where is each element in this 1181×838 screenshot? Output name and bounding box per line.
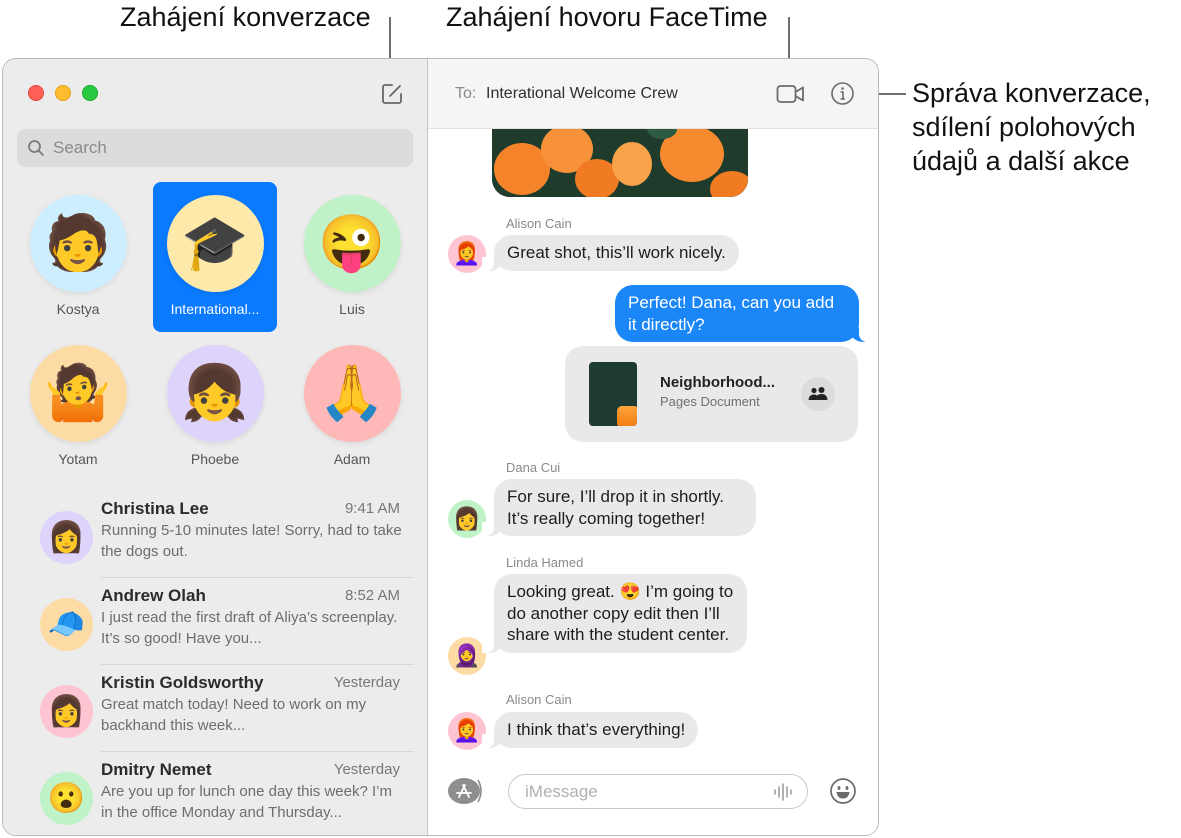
emoji-button[interactable] <box>829 777 857 805</box>
collaboration-button[interactable] <box>801 377 835 411</box>
document-thumbnail <box>589 362 637 426</box>
sender-name: Linda Hamed <box>506 555 584 570</box>
avatar: 👩‍🦰 <box>448 712 486 750</box>
callout-details-3: údajů a další akce <box>912 146 1130 176</box>
pinned-phoebe[interactable]: 👧 Phoebe <box>153 332 277 482</box>
pinned-adam[interactable]: 🙏 Adam <box>290 332 414 482</box>
pinned-international-welcome-crew[interactable]: 🎓 International... <box>153 182 277 332</box>
document-attachment[interactable]: Neighborhood... Pages Document <box>565 346 858 442</box>
timestamp: Yesterday <box>333 674 400 691</box>
contact-name: Dmitry Nemet <box>101 760 212 779</box>
avatar: 🧑 <box>29 195 127 292</box>
avatar: 🤷 <box>29 345 127 442</box>
chat-header: To: Interational Welcome Crew <box>428 59 878 129</box>
sender-name: Alison Cain <box>506 216 572 231</box>
compose-button[interactable] <box>379 81 405 107</box>
video-camera-icon <box>776 85 804 103</box>
message-preview: Running 5-10 minutes late! Sorry, had to… <box>101 522 402 560</box>
contact-name: Andrew Olah <box>101 586 206 605</box>
message-bubble[interactable]: For sure, I’ll drop it in shortly. It’s … <box>482 479 756 536</box>
details-button[interactable] <box>830 81 855 106</box>
sidebar: 🧑 Kostya 🎓 International... 😜 Luis 🤷 Yot… <box>3 59 428 835</box>
compose-icon <box>382 84 402 104</box>
avatar: 👩 <box>40 685 93 738</box>
composer <box>428 755 878 835</box>
pin-label: Phoebe <box>190 451 240 467</box>
flower-photo <box>492 119 748 197</box>
callout-facetime: Zahájení hovoru FaceTime <box>446 2 768 32</box>
pinned-yotam[interactable]: 🤷 Yotam <box>16 332 140 482</box>
sender-name: Dana Cui <box>506 460 561 475</box>
document-title: Neighborhood... <box>660 374 775 391</box>
people-icon <box>808 387 828 400</box>
avatar: 👩 <box>448 500 486 538</box>
pin-label: Luis <box>339 301 365 317</box>
search-field[interactable] <box>17 129 413 167</box>
avatar: 👩 <box>40 511 93 564</box>
message-bubble[interactable]: I think that’s everything! <box>481 712 699 748</box>
chat-pane: To: Interational Welcome Crew Alison Cai… <box>428 59 878 835</box>
close-window-button[interactable] <box>28 85 44 101</box>
conversation-andrew-olah[interactable]: 🧢 Andrew Olah 8:52 AM I just read the fi… <box>3 578 428 665</box>
pin-label: Adam <box>333 451 371 467</box>
message-input-field[interactable] <box>508 774 808 809</box>
conversation-christina-lee[interactable]: 👩 Christina Lee 9:41 AM Running 5-10 min… <box>3 491 428 578</box>
timestamp: Yesterday <box>333 761 400 778</box>
message-bubble[interactable]: Great shot, this’ll work nicely. <box>482 235 739 271</box>
contact-name: Kristin Goldsworthy <box>101 673 264 692</box>
minimize-window-button[interactable] <box>55 85 71 101</box>
pin-label: Kostya <box>56 301 100 317</box>
app-store-icon <box>448 778 482 804</box>
message-input[interactable] <box>525 782 765 802</box>
timestamp: 8:52 AM <box>344 587 400 604</box>
sender-name: Alison Cain <box>506 692 572 707</box>
avatar: 👩‍🦰 <box>448 235 486 273</box>
audio-message-button[interactable] <box>773 782 793 802</box>
document-type: Pages Document <box>660 394 760 409</box>
search-icon <box>28 140 44 156</box>
message-preview: I just read the first draft of Aliya’s s… <box>101 609 398 647</box>
callout-compose: Zahájení konverzace <box>120 2 371 32</box>
messages-window: 🧑 Kostya 🎓 International... 😜 Luis 🤷 Yot… <box>2 58 879 836</box>
apps-button[interactable] <box>448 777 486 805</box>
contact-name: Christina Lee <box>101 499 209 518</box>
to-label: To: <box>455 85 477 102</box>
conversation-dmitry-nemet[interactable]: 😮 Dmitry Nemet Yesterday Are you up for … <box>3 752 428 835</box>
avatar: 👧 <box>166 345 264 442</box>
pages-app-icon <box>617 406 637 426</box>
avatar: 😜 <box>303 195 401 292</box>
conversation-kristin-goldsworthy[interactable]: 👩 Kristin Goldsworthy Yesterday Great ma… <box>3 665 428 752</box>
message-preview: Great match today! Need to work on my ba… <box>101 696 367 734</box>
shared-photo-flowers[interactable] <box>492 119 748 197</box>
smiley-icon <box>830 778 856 804</box>
pin-label: International... <box>170 301 260 317</box>
pin-label: Yotam <box>58 451 98 467</box>
timestamp: 9:41 AM <box>344 500 400 517</box>
info-icon <box>831 82 854 105</box>
avatar: 🧢 <box>40 598 93 651</box>
facetime-button[interactable] <box>776 83 806 105</box>
callout-details-2: sdílení polohových <box>912 112 1136 142</box>
zoom-window-button[interactable] <box>82 85 98 101</box>
callout-details-1: Správa konverzace, <box>912 78 1151 108</box>
avatar: 😮 <box>40 772 93 825</box>
message-bubble[interactable]: Looking great. 😍 I’m going to do another… <box>482 574 747 653</box>
recipient-name[interactable]: Interational Welcome Crew <box>486 85 678 103</box>
waveform-icon <box>774 783 792 801</box>
pinned-kostya[interactable]: 🧑 Kostya <box>16 182 140 332</box>
message-preview: Are you up for lunch one day this week? … <box>101 783 392 821</box>
search-input[interactable] <box>53 138 393 158</box>
avatar: 🎓 <box>166 195 264 292</box>
avatar: 🙏 <box>303 345 401 442</box>
pinned-luis[interactable]: 😜 Luis <box>290 182 414 332</box>
avatar: 🧕 <box>448 637 486 675</box>
message-bubble-outgoing[interactable]: Perfect! Dana, can you add it directly? <box>615 285 871 342</box>
